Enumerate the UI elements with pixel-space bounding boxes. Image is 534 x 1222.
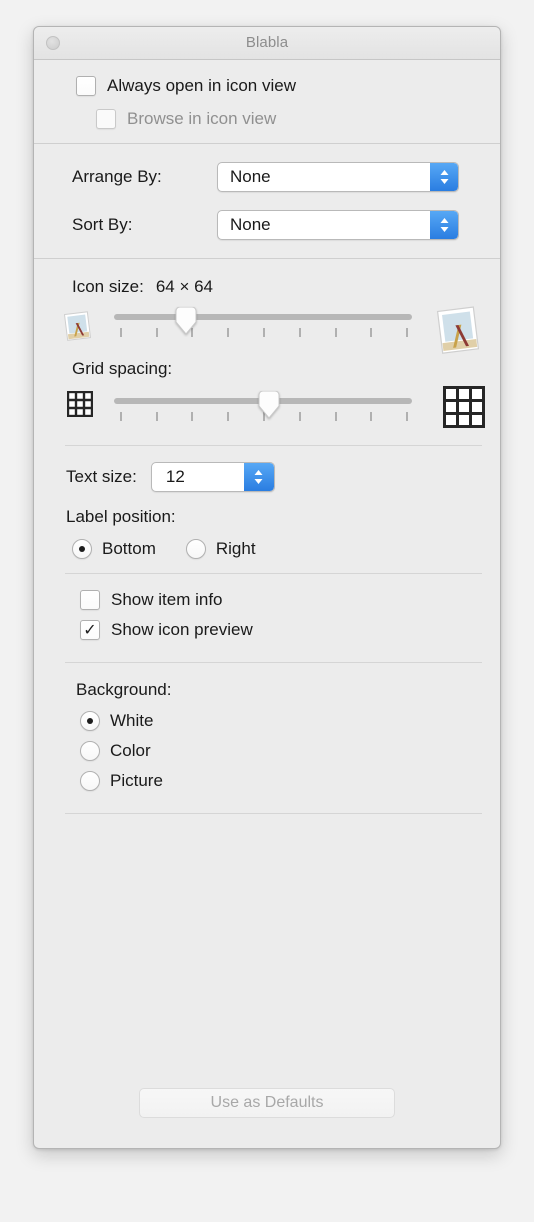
background-section: Background: White Color Picture	[34, 663, 500, 813]
browse-icon-view-label: Browse in icon view	[127, 109, 277, 128]
background-option-color[interactable]: Color	[80, 741, 500, 761]
browse-icon-view-checkbox[interactable]	[96, 109, 116, 129]
browse-icon-view-row[interactable]: Browse in icon view	[96, 109, 500, 129]
footer-section: Use as Defaults	[34, 1088, 500, 1118]
label-position-right-label: Right	[215, 539, 256, 558]
icon-size-slider-thumb[interactable]	[174, 307, 198, 335]
show-item-info-checkbox[interactable]	[80, 590, 100, 610]
arrange-by-label: Arrange By:	[72, 167, 162, 186]
grid-spacing-slider[interactable]	[114, 391, 412, 429]
text-label-section: Text size: 12 Label position: Bottom Rig…	[34, 446, 500, 573]
grid-spacing-label-row: Grid spacing:	[72, 359, 500, 379]
large-document-icon	[432, 303, 486, 362]
background-picture-radio[interactable]	[80, 771, 100, 791]
radio-dot-icon	[79, 546, 85, 552]
show-icon-preview-checkbox[interactable]: ✓	[80, 620, 100, 640]
sort-by-value: None	[230, 215, 271, 234]
chevron-updown-icon[interactable]	[430, 211, 458, 239]
divider-6	[65, 813, 482, 814]
large-grid-icon	[443, 386, 485, 433]
arrange-by-row: Arrange By: None	[72, 162, 500, 192]
background-label: Background:	[76, 680, 172, 699]
icon-size-section: Icon size: 64 × 64 Grid spacing:	[34, 259, 500, 439]
show-icon-preview-row[interactable]: ✓ Show icon preview	[80, 620, 500, 640]
small-document-icon	[61, 309, 95, 348]
background-picture-label: Picture	[110, 771, 163, 790]
display-options-section: Show item info ✓ Show icon preview	[34, 574, 500, 662]
text-size-label: Text size:	[66, 467, 137, 486]
always-open-icon-view-checkbox[interactable]	[76, 76, 96, 96]
always-open-icon-view-label: Always open in icon view	[107, 76, 296, 95]
background-color-label: Color	[110, 741, 151, 760]
icon-size-slider-ticks	[114, 328, 412, 337]
title-bar: Blabla	[34, 27, 500, 60]
show-item-info-row[interactable]: Show item info	[80, 590, 500, 610]
label-position-radio-group: Bottom Right	[72, 539, 500, 559]
label-position-bottom-radio[interactable]	[72, 539, 92, 559]
text-size-row: Text size: 12	[66, 462, 500, 492]
text-size-value: 12	[165, 467, 185, 486]
icon-size-value: 64 × 64	[155, 277, 214, 296]
background-white-radio[interactable]	[80, 711, 100, 731]
background-white-label: White	[110, 711, 154, 730]
icon-view-section: Always open in icon view Browse in icon …	[34, 60, 500, 143]
sort-by-label: Sort By:	[72, 215, 133, 234]
label-position-bottom-label: Bottom	[102, 539, 156, 558]
icon-size-label: Icon size:	[72, 277, 144, 296]
chevron-updown-icon[interactable]	[243, 463, 274, 491]
background-option-white[interactable]: White	[80, 711, 500, 731]
background-color-radio[interactable]	[80, 741, 100, 761]
window-title: Blabla	[245, 34, 289, 51]
grid-spacing-slider-thumb[interactable]	[257, 391, 281, 419]
background-option-picture[interactable]: Picture	[80, 771, 500, 791]
sort-by-row: Sort By: None	[72, 210, 500, 240]
label-position-label: Label position:	[66, 507, 176, 526]
show-icon-preview-label: Show icon preview	[111, 620, 253, 639]
close-button[interactable]	[46, 36, 60, 50]
chevron-updown-icon[interactable]	[430, 163, 458, 191]
use-as-defaults-label: Use as Defaults	[210, 1094, 324, 1111]
icon-size-slider-track[interactable]	[114, 314, 412, 320]
label-position-option-right[interactable]: Right	[185, 539, 256, 559]
sort-by-popup[interactable]: None	[217, 210, 459, 240]
use-as-defaults-button[interactable]: Use as Defaults	[139, 1088, 395, 1118]
checkmark-icon: ✓	[83, 620, 97, 639]
text-size-stepper[interactable]: 12	[150, 462, 275, 492]
always-open-icon-view-row[interactable]: Always open in icon view	[76, 76, 500, 96]
arrange-by-value: None	[230, 167, 271, 186]
small-grid-icon	[66, 390, 94, 422]
show-item-info-label: Show item info	[111, 590, 223, 609]
icon-size-label-row: Icon size: 64 × 64	[72, 277, 500, 297]
arrange-by-popup[interactable]: None	[217, 162, 459, 192]
icon-size-slider[interactable]	[114, 307, 412, 345]
arrange-sort-section: Arrange By: None Sort By: None	[34, 144, 500, 258]
radio-dot-icon	[87, 718, 93, 724]
grid-spacing-label: Grid spacing:	[72, 359, 173, 378]
label-position-right-radio[interactable]	[185, 539, 206, 559]
view-options-window: Blabla Always open in icon view Browse i…	[33, 26, 501, 1149]
label-position-option-bottom[interactable]: Bottom	[72, 539, 156, 559]
